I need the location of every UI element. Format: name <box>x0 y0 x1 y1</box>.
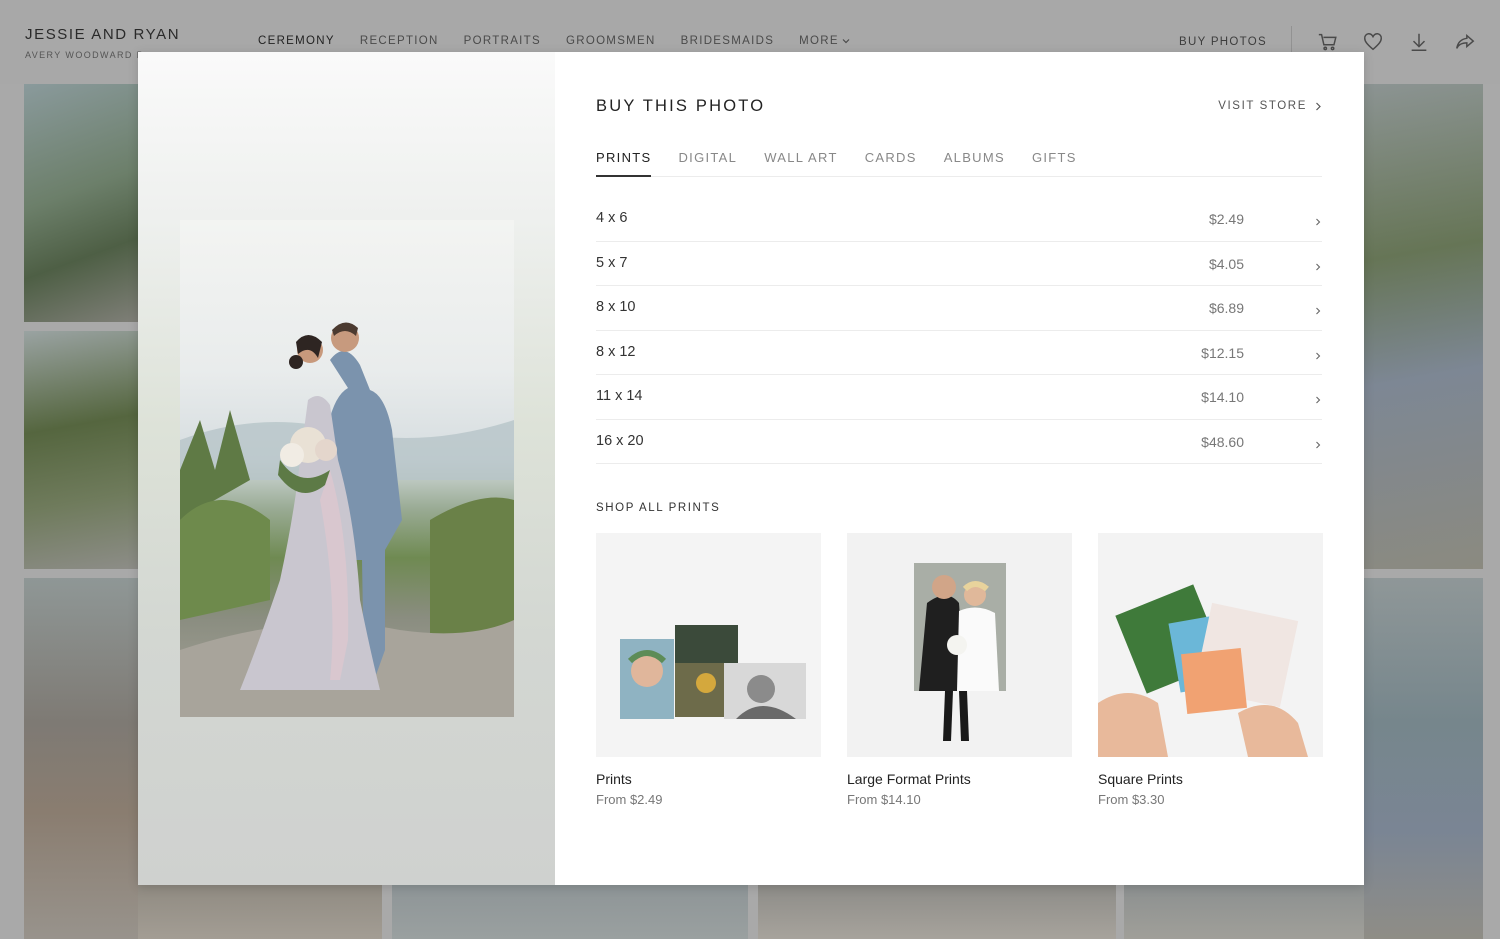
print-size: 16 x 20 <box>596 432 644 449</box>
tab-digital[interactable]: DIGITAL <box>678 150 737 177</box>
modal-title: BUY THIS PHOTO <box>596 97 766 115</box>
selected-photo <box>180 220 514 717</box>
product-card-large-format-prints[interactable]: Large Format Prints From $14.10 <box>847 533 1072 807</box>
gallery-title: JESSIE AND RYAN <box>25 26 181 43</box>
product-price: From $2.49 <box>596 792 663 807</box>
print-size: 8 x 10 <box>596 299 636 315</box>
print-price: $12.15 <box>1201 344 1244 361</box>
price-row[interactable]: 4 x 6 $2.49 <box>596 197 1322 242</box>
chevron-right-icon <box>1314 437 1322 448</box>
print-price: $2.49 <box>1208 211 1244 227</box>
gallery-subtitle: AVERY WOODWARD P <box>25 50 145 60</box>
product-name: Square Prints <box>1098 771 1183 787</box>
print-price: $6.89 <box>1208 300 1244 316</box>
gallery-photo <box>24 331 138 569</box>
nav-item-ceremony[interactable]: CEREMONY <box>258 35 335 47</box>
print-size: 5 x 7 <box>596 254 628 271</box>
product-image <box>596 533 821 757</box>
product-price: From $14.10 <box>847 792 921 807</box>
product-name: Prints <box>596 771 632 787</box>
product-cards: Prints From $2.49 Large Format Prints Fr… <box>596 533 1323 807</box>
tab-cards[interactable]: CARDS <box>865 150 917 177</box>
chevron-right-icon <box>1314 348 1322 359</box>
price-row[interactable]: 8 x 10 $6.89 <box>596 286 1322 331</box>
print-price: $48.60 <box>1201 433 1244 450</box>
gallery-photo <box>392 885 748 939</box>
print-price-list: 4 x 6 $2.49 5 x 7 $4.05 8 x 10 $6.89 8 x… <box>596 197 1322 464</box>
product-card-prints[interactable]: Prints From $2.49 <box>596 533 821 807</box>
tab-albums[interactable]: ALBUMS <box>944 150 1005 177</box>
nav-item-bridesmaids[interactable]: BRIDESMAIDS <box>681 35 775 47</box>
photo-preview-pane <box>138 52 555 885</box>
gallery-photo <box>1364 578 1483 939</box>
visit-store-label: VISIT STORE <box>1218 100 1307 112</box>
visit-store-link[interactable]: VISIT STORE <box>1218 100 1322 112</box>
buy-photo-modal: BUY THIS PHOTO VISIT STORE PRINTS DIGITA… <box>138 52 1364 885</box>
print-price: $14.10 <box>1201 389 1244 405</box>
price-row[interactable]: 5 x 7 $4.05 <box>596 242 1322 286</box>
chevron-right-icon <box>1314 259 1322 270</box>
gallery-photo <box>758 885 1116 939</box>
gallery-photo <box>24 578 138 939</box>
product-tabs: PRINTS DIGITAL WALL ART CARDS ALBUMS GIF… <box>596 150 1322 177</box>
download-icon[interactable] <box>1408 31 1430 53</box>
product-image <box>847 533 1072 757</box>
nav-item-more[interactable]: MORE <box>799 35 850 47</box>
chevron-right-icon <box>1314 303 1322 315</box>
chevron-down-icon <box>842 39 850 44</box>
tab-wall-art[interactable]: WALL ART <box>764 150 838 177</box>
gallery-photo <box>24 84 138 322</box>
gallery-photo <box>1364 84 1483 569</box>
share-icon[interactable] <box>1454 31 1476 53</box>
nav-more-label: MORE <box>799 35 839 47</box>
product-price: From $3.30 <box>1098 792 1165 807</box>
nav-item-reception[interactable]: RECEPTION <box>360 35 439 47</box>
print-size: 8 x 12 <box>596 343 636 360</box>
tab-prints[interactable]: PRINTS <box>596 150 652 177</box>
tab-gifts[interactable]: GIFTS <box>1032 150 1077 177</box>
heart-icon[interactable] <box>1362 31 1384 53</box>
price-row[interactable]: 11 x 14 $14.10 <box>596 375 1322 420</box>
chevron-right-icon <box>1316 102 1321 110</box>
gallery-photo <box>138 885 382 939</box>
print-size: 11 x 14 <box>596 388 643 404</box>
product-image <box>1098 533 1323 757</box>
shop-all-prints-heading: SHOP ALL PRINTS <box>596 502 721 514</box>
product-name: Large Format Prints <box>847 771 971 787</box>
buy-photos-link[interactable]: BUY PHOTOS <box>1179 36 1267 48</box>
price-row[interactable]: 16 x 20 $48.60 <box>596 420 1322 464</box>
chevron-right-icon <box>1314 392 1322 404</box>
gallery-photo <box>1124 885 1364 939</box>
print-price: $4.05 <box>1208 255 1244 272</box>
nav-item-groomsmen[interactable]: GROOMSMEN <box>566 35 656 47</box>
gallery-nav: CEREMONY RECEPTION PORTRAITS GROOMSMEN B… <box>258 35 850 47</box>
price-row[interactable]: 8 x 12 $12.15 <box>596 331 1322 375</box>
nav-item-portraits[interactable]: PORTRAITS <box>464 35 541 47</box>
cart-icon[interactable] <box>1317 31 1339 53</box>
print-size: 4 x 6 <box>596 210 628 226</box>
product-card-square-prints[interactable]: Square Prints From $3.30 <box>1098 533 1323 807</box>
chevron-right-icon <box>1314 214 1322 226</box>
